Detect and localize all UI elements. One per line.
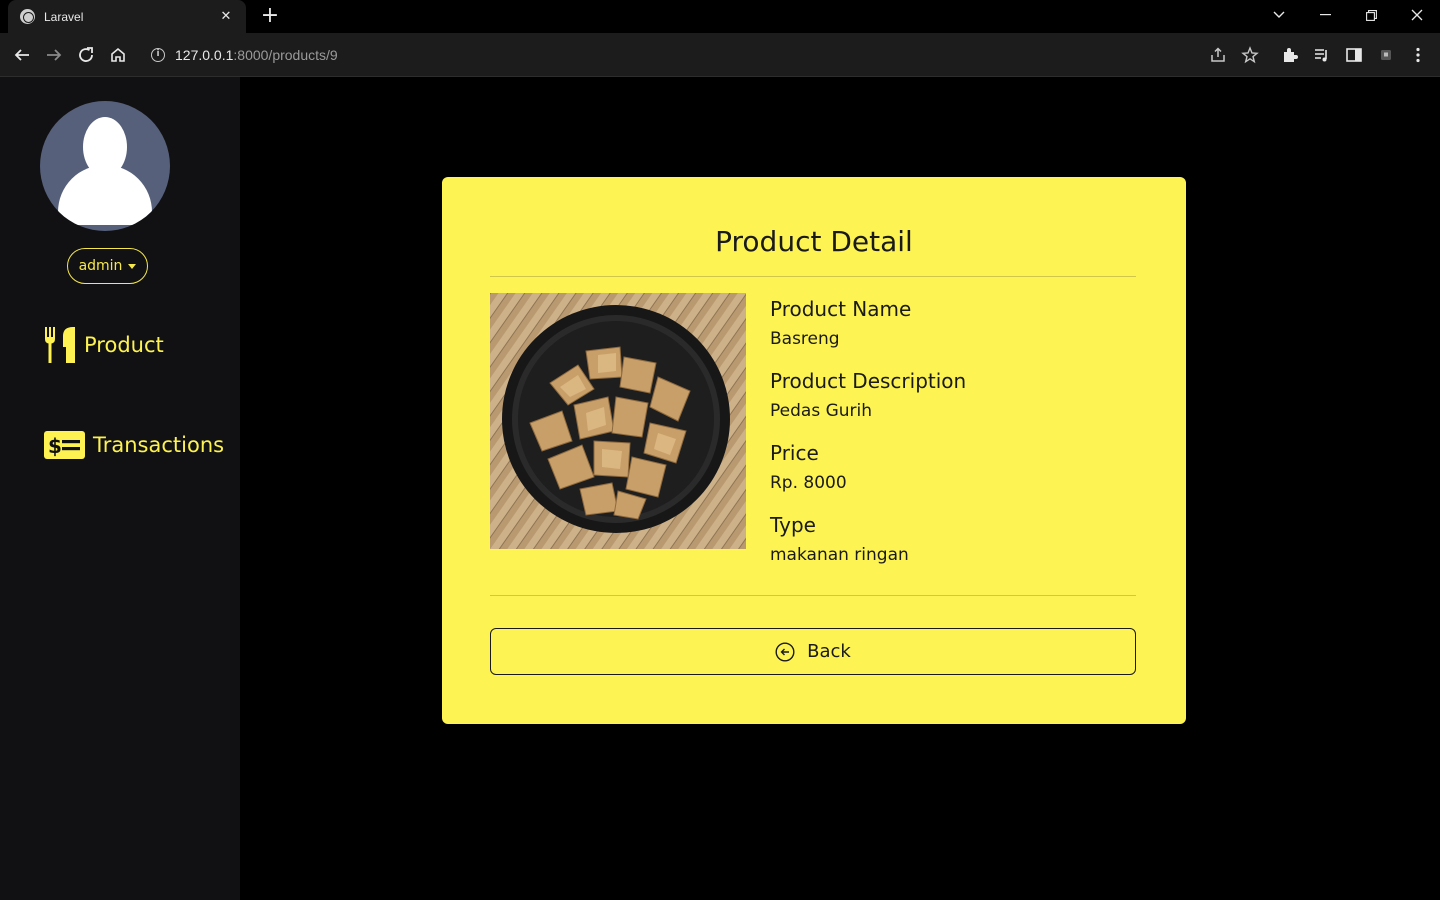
svg-text:$: $: [48, 434, 62, 458]
user-menu-button[interactable]: admin: [67, 248, 148, 284]
sidebar-item-label: Transactions: [93, 433, 225, 457]
price-label: Price: [770, 441, 819, 465]
divider: [490, 595, 1136, 596]
url-text: 127.0.0.1:8000/products/9: [175, 47, 338, 63]
product-image: [490, 293, 746, 549]
back-button-label: Back: [807, 641, 851, 662]
type-value: makanan ringan: [770, 545, 909, 565]
sidebar-item-label: Product: [84, 333, 164, 357]
product-detail-card: Product Detail Product Name Basreng Prod…: [442, 177, 1186, 724]
browser-toolbar: i 127.0.0.1:8000/products/9: [0, 33, 1440, 77]
more-menu-icon[interactable]: [1406, 43, 1430, 67]
page-title: Product Detail: [715, 225, 913, 258]
caret-down-icon: [128, 263, 137, 269]
side-panel-icon[interactable]: [1342, 43, 1366, 67]
product-description-value: Pedas Gurih: [770, 401, 873, 421]
product-description-label: Product Description: [770, 369, 967, 393]
back-button[interactable]: Back: [490, 628, 1136, 675]
bookmark-star-icon[interactable]: [1238, 43, 1262, 67]
minimize-button[interactable]: [1302, 0, 1348, 30]
product-name-value: Basreng: [770, 329, 840, 349]
restore-button[interactable]: [1348, 0, 1394, 30]
arrow-left-circle-icon: [775, 641, 795, 662]
divider: [490, 276, 1136, 277]
avatar-silhouette-head: [83, 117, 127, 177]
reload-icon[interactable]: [74, 43, 98, 67]
tab-title: Laravel: [44, 9, 84, 24]
globe-icon: [20, 9, 35, 24]
product-info: Product Name Basreng Product Description…: [770, 293, 1130, 581]
sidebar: admin Product $ Transactions: [0, 77, 240, 900]
type-label: Type: [770, 513, 816, 537]
sidebar-item-transactions[interactable]: $ Transactions: [44, 431, 224, 459]
share-icon[interactable]: [1206, 43, 1230, 67]
avatar: [40, 101, 170, 231]
forward-arrow-icon[interactable]: [42, 43, 66, 67]
site-info-icon[interactable]: i: [151, 48, 165, 62]
utensils-icon: [45, 327, 75, 363]
new-tab-button[interactable]: +: [258, 5, 282, 29]
browser-tab[interactable]: Laravel ✕: [8, 0, 246, 33]
close-icon[interactable]: ✕: [218, 9, 234, 24]
back-arrow-icon[interactable]: [10, 43, 34, 67]
media-control-icon[interactable]: [1310, 43, 1334, 67]
browser-tab-strip: Laravel ✕ +: [0, 0, 1440, 33]
product-name-label: Product Name: [770, 297, 912, 321]
user-menu-label: admin: [78, 258, 123, 274]
extensions-icon[interactable]: [1278, 43, 1302, 67]
price-value: Rp. 8000: [770, 473, 847, 493]
close-window-button[interactable]: [1394, 0, 1440, 30]
address-bar[interactable]: i 127.0.0.1:8000/products/9: [142, 38, 1242, 72]
sidebar-item-product[interactable]: Product: [44, 327, 164, 363]
profile-icon[interactable]: [1374, 43, 1398, 67]
home-icon[interactable]: [106, 43, 130, 67]
money-bill-icon: $: [44, 431, 85, 459]
tab-search-icon[interactable]: [1256, 0, 1302, 30]
